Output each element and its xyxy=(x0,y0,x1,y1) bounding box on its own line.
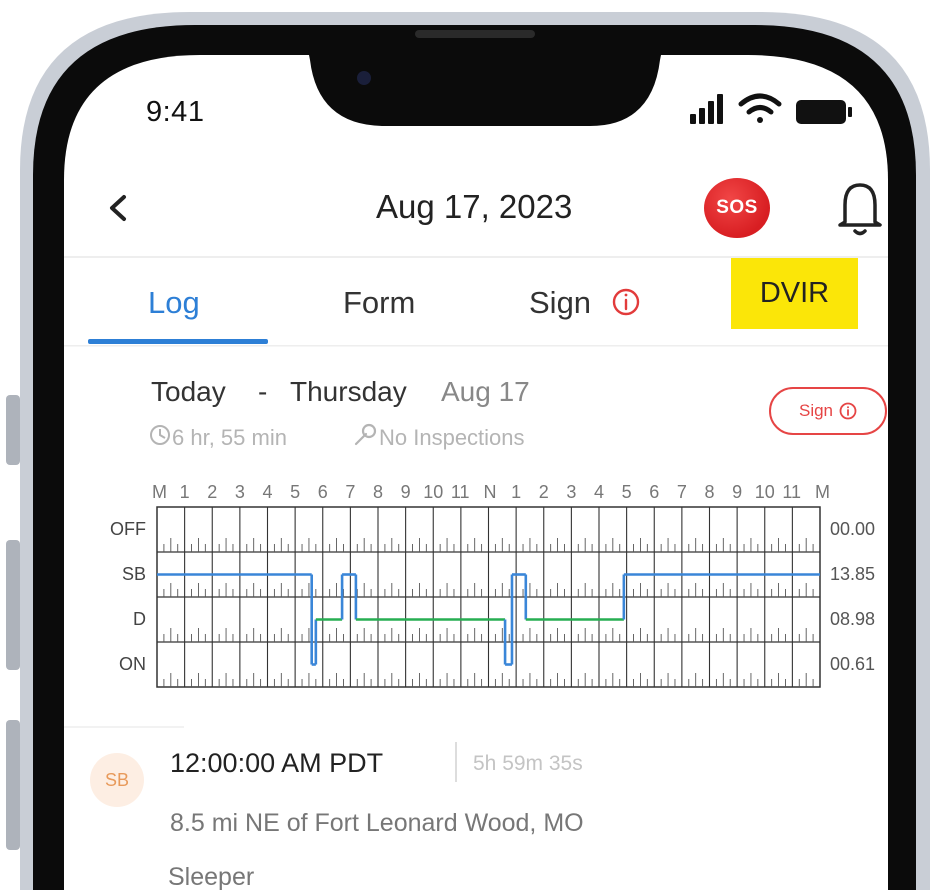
hour-label: 8 xyxy=(373,482,384,502)
event-divider xyxy=(455,742,457,782)
hour-label: 5 xyxy=(621,482,632,502)
duty-row-label: SB xyxy=(121,563,146,584)
battery-icon xyxy=(796,100,852,124)
hour-label: 7 xyxy=(345,482,356,502)
tab-log[interactable]: Log xyxy=(148,285,200,321)
event-status: Sleeper xyxy=(168,863,255,890)
event-duration: 5h 59m 35s xyxy=(473,752,583,775)
tabs-divider xyxy=(64,345,888,347)
hour-label: 3 xyxy=(566,482,577,502)
hour-label: M xyxy=(815,482,830,502)
camera xyxy=(357,71,371,85)
hour-label: 1 xyxy=(179,482,190,502)
hour-label: 11 xyxy=(450,482,470,502)
duty-row-label: D xyxy=(133,608,146,629)
event-time: 12:00:00 AM PDT xyxy=(170,748,384,778)
tab-form[interactable]: Form xyxy=(343,285,415,321)
status-badge: SB xyxy=(90,753,144,807)
hour-label: 3 xyxy=(234,482,245,502)
section-divider xyxy=(64,726,184,728)
hour-label: 10 xyxy=(423,482,444,502)
phone-screenshot: 9:41 Aug 17, 2023 SOS Log Form Sign DVIR… xyxy=(0,0,948,890)
sign-button-label: Sign xyxy=(798,401,834,420)
hour-label: N xyxy=(483,482,497,502)
side-button xyxy=(6,720,20,850)
hour-label: 6 xyxy=(649,482,660,502)
hour-label: 4 xyxy=(594,482,605,502)
hour-label: 5 xyxy=(290,482,301,502)
day-today: Today xyxy=(151,376,226,407)
hour-label: M xyxy=(152,482,167,502)
day-weekday: Thursday xyxy=(290,376,407,407)
inspections-status: No Inspections xyxy=(379,425,525,450)
hour-label: 9 xyxy=(732,482,743,502)
duty-row-total: 00.00 xyxy=(830,518,876,539)
hour-label: 4 xyxy=(262,482,273,502)
page-title: Aug 17, 2023 xyxy=(376,188,573,225)
hour-label: 2 xyxy=(207,482,218,502)
sign-button[interactable]: Sign xyxy=(769,387,887,435)
sos-button[interactable]: SOS xyxy=(704,178,770,238)
speaker xyxy=(415,30,535,38)
info-icon xyxy=(839,402,857,420)
day-dash: - xyxy=(258,376,268,407)
hour-label: 6 xyxy=(317,482,328,502)
duty-row-label: ON xyxy=(119,653,146,674)
hour-label: 8 xyxy=(704,482,715,502)
hour-label: 9 xyxy=(400,482,411,502)
tab-dvir[interactable]: DVIR xyxy=(731,258,858,329)
volume-button xyxy=(6,540,20,670)
day-date: Aug 17 xyxy=(441,376,530,407)
hour-label: 10 xyxy=(754,482,775,502)
tab-underline xyxy=(88,339,268,344)
hour-label: 2 xyxy=(538,482,549,502)
status-time: 9:41 xyxy=(146,96,205,128)
duty-row-total: 00.61 xyxy=(830,653,876,674)
duty-row-total: 08.98 xyxy=(830,608,876,629)
notch xyxy=(308,50,662,126)
duty-row-total: 13.85 xyxy=(830,563,876,584)
drive-duration: 6 hr, 55 min xyxy=(172,425,287,450)
hour-label: 1 xyxy=(511,482,522,502)
tab-dvir-label: DVIR xyxy=(759,277,830,309)
hour-label: 11 xyxy=(782,482,802,502)
status-badge-label: SB xyxy=(104,769,129,790)
tab-sign[interactable]: Sign xyxy=(529,285,591,321)
event-location: 8.5 mi NE of Fort Leonard Wood, MO xyxy=(170,809,584,837)
sos-label: SOS xyxy=(716,197,758,218)
volume-button xyxy=(6,395,20,465)
hour-label: 7 xyxy=(676,482,687,502)
duty-row-label: OFF xyxy=(110,518,146,539)
